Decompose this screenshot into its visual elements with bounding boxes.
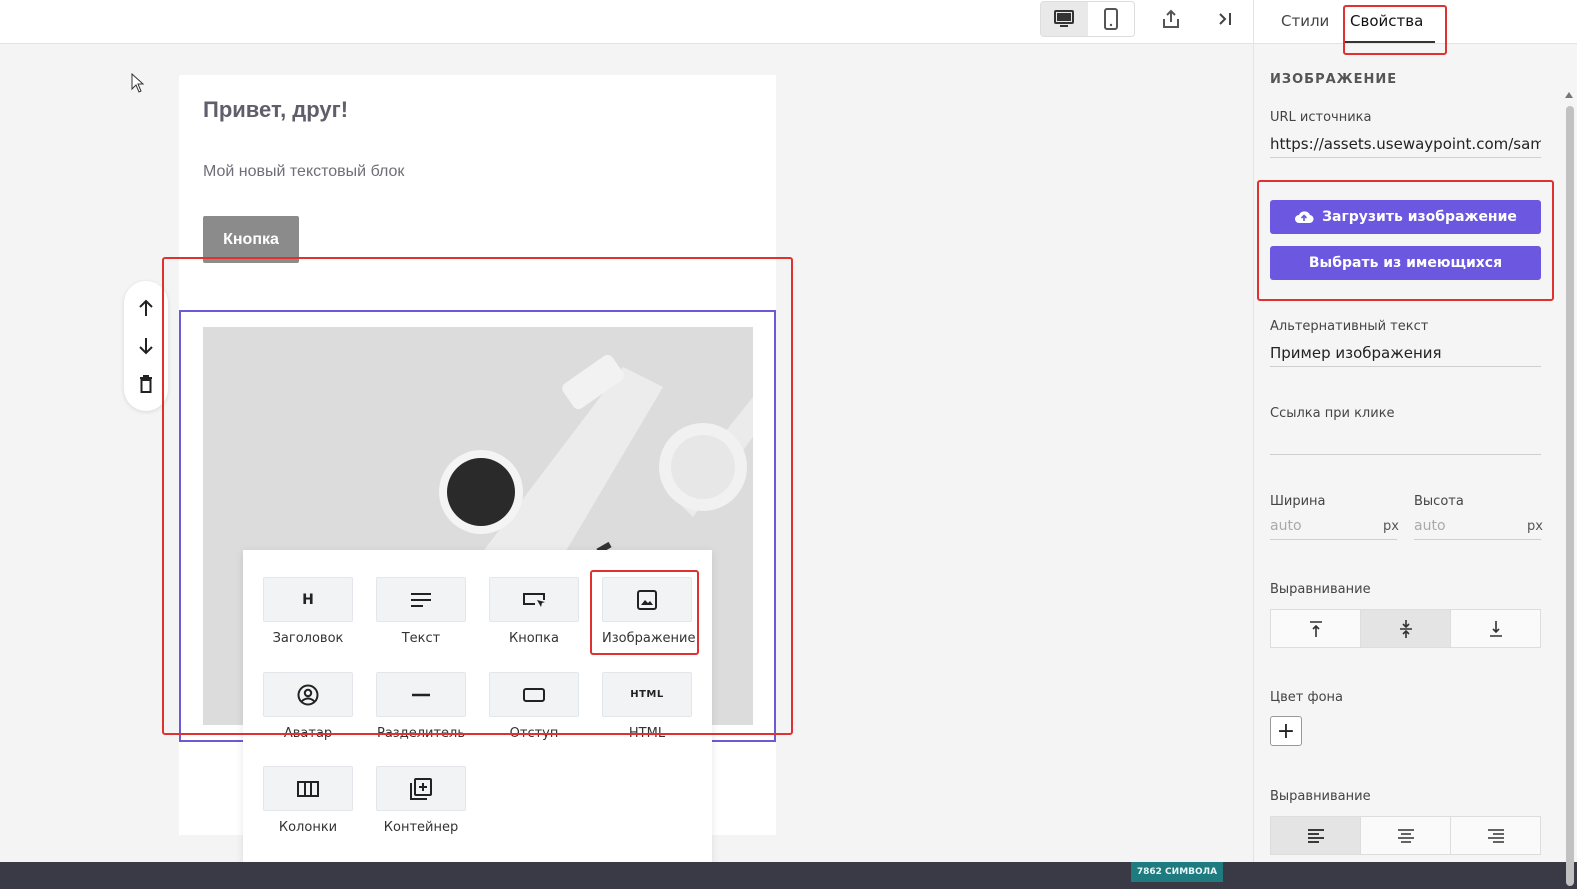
email-heading-block[interactable]: Привет, друг! [203,97,348,123]
avatar-icon [297,684,319,705]
align-bottom-icon [1489,620,1502,637]
properties-panel: Стили Свойства ИЗОБРАЖЕНИЕ URL источника… [1253,0,1577,886]
character-counter: 7862 СИМВОЛА [1131,862,1223,882]
share-icon [1163,9,1179,28]
email-button-block[interactable]: Кнопка [203,216,299,263]
button-icon [523,592,545,607]
spacer-icon [523,687,545,702]
horizontal-align-control [1270,816,1541,855]
upload-image-button[interactable]: Загрузить изображение [1270,200,1541,234]
palette-item-columns[interactable]: Колонки [263,766,353,846]
collapse-panel-button[interactable] [1210,4,1240,34]
delete-block-button[interactable] [131,369,161,399]
divider-icon [412,693,430,696]
alt-text-label: Альтернативный текст [1270,319,1429,334]
editor-canvas: Привет, друг! Мой новый текстовый блок К… [0,44,1253,865]
status-bar: 7862 СИМВОЛА [0,862,1577,889]
arrow-down-icon [139,338,153,355]
cloud-upload-icon [1295,211,1314,224]
panel-tabs: Стили Свойства [1254,0,1577,44]
highlight-image-buttons [1257,180,1554,301]
tab-properties[interactable]: Свойства [1350,12,1423,30]
tab-active-indicator [1344,41,1435,43]
move-down-button[interactable] [131,331,161,361]
mobile-icon [1103,8,1118,30]
text-align-center-button[interactable] [1361,817,1451,854]
top-toolbar [0,0,1253,44]
image-icon [637,589,657,610]
scroll-up-icon[interactable] [1565,92,1573,98]
scrollbar-thumb[interactable] [1566,106,1574,886]
align-top-button[interactable] [1271,610,1361,647]
click-link-input[interactable] [1270,427,1541,455]
palette-item-heading[interactable]: H Заголовок [263,577,353,657]
panel-scrollbar[interactable] [1563,44,1577,886]
width-input[interactable]: auto [1270,512,1397,540]
palette-item-container[interactable]: Контейнер [376,766,466,846]
trash-icon [140,375,152,393]
align-right-icon [1487,828,1504,843]
height-label: Высота [1414,494,1464,509]
upload-image-label: Загрузить изображение [1322,209,1517,225]
choose-existing-button[interactable]: Выбрать из имеющихся [1270,246,1541,280]
text-align-left-button[interactable] [1271,817,1361,854]
html-icon: HTML [630,689,664,700]
plus-icon: + [1276,718,1296,744]
email-text-block[interactable]: Мой новый текстовый блок [203,163,404,181]
url-label: URL источника [1270,110,1372,125]
container-icon [410,777,432,800]
heading-icon: H [302,591,314,608]
palette-item-text[interactable]: Текст [376,577,466,657]
device-toggle [1040,1,1135,37]
mobile-view-button[interactable] [1088,2,1135,36]
height-unit: px [1527,519,1543,534]
horizontal-align-label: Выравнивание [1270,789,1371,804]
url-input[interactable]: https://assets.usewaypoint.com/sample-im… [1270,130,1541,158]
palette-item-button[interactable]: Кнопка [489,577,579,657]
vertical-align-control [1270,609,1541,648]
arrow-up-icon [139,299,153,316]
align-middle-button[interactable] [1361,610,1451,647]
vertical-align-label: Выравнивание [1270,582,1371,597]
add-background-color-button[interactable]: + [1270,716,1302,746]
mouse-cursor-icon [131,73,145,93]
palette-item-spacer[interactable]: Отступ [489,672,579,752]
alt-text-input[interactable]: Пример изображения [1270,339,1541,367]
width-unit: px [1383,519,1399,534]
collapse-right-icon [1219,13,1231,25]
palette-item-divider[interactable]: Разделитель [376,672,466,752]
text-icon [411,592,431,607]
share-button[interactable] [1156,4,1186,34]
palette-item-avatar[interactable]: Аватар [263,672,353,752]
background-color-label: Цвет фона [1270,690,1343,705]
tab-styles[interactable]: Стили [1281,12,1329,30]
align-top-icon [1309,620,1322,637]
height-input[interactable]: auto [1414,512,1541,540]
block-palette: H Заголовок Текст Кнопка Изображение Ава… [243,550,712,865]
align-bottom-button[interactable] [1451,610,1540,647]
align-center-icon [1397,828,1414,843]
move-up-button[interactable] [131,293,161,323]
block-actions-toolbar [124,281,168,411]
align-middle-icon [1399,619,1412,638]
palette-item-html[interactable]: HTML HTML [602,672,692,752]
desktop-view-button[interactable] [1041,2,1088,36]
section-title: ИЗОБРАЖЕНИЕ [1270,72,1398,87]
palette-item-image[interactable]: Изображение [602,577,695,657]
columns-icon [297,780,319,797]
align-left-icon [1307,828,1324,843]
text-align-right-button[interactable] [1451,817,1540,854]
width-label: Ширина [1270,494,1326,509]
click-link-label: Ссылка при клике [1270,406,1395,421]
desktop-icon [1054,10,1075,27]
